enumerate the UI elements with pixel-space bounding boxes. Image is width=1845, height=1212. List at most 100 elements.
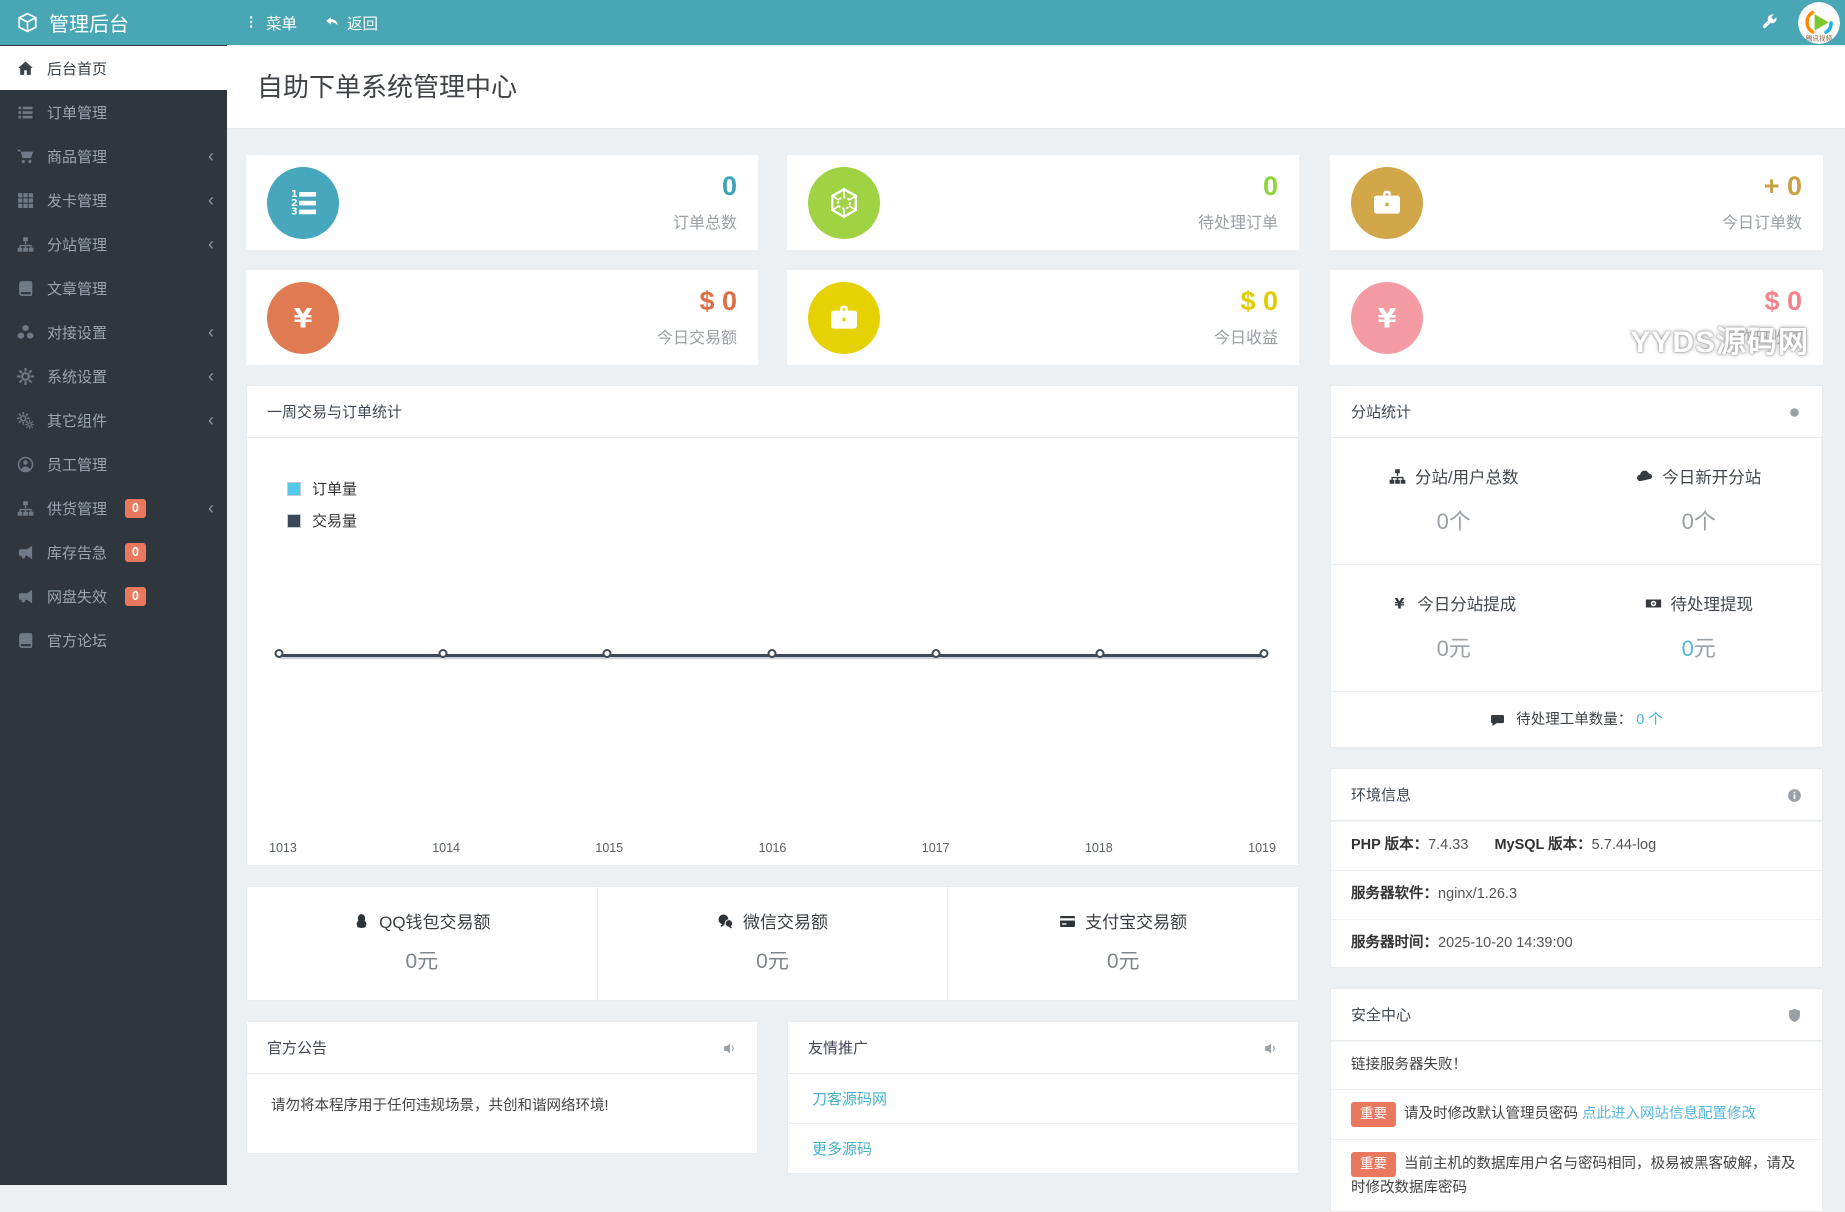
stat-card-icon: ¥ [287,302,319,333]
branch-stat-value: 0个 [1681,509,1716,534]
stat-label: 今日收益 [1213,329,1278,347]
ellipsis-v-icon [244,14,258,32]
play-logo-icon: 腾讯视频 [1798,1,1840,44]
sidebar-item-label: 订单管理 [47,104,108,122]
wrench-icon[interactable] [1761,14,1778,32]
speaker-icon [1265,1043,1275,1053]
chart-point [767,649,776,658]
server-software-label: 服务器软件： [1351,885,1438,902]
list-icon [18,106,33,119]
sitemap-icon [17,501,34,516]
friend-links-panel: 友情推广 刀客源码网 更多源码 [787,1021,1299,1174]
speaker-icon [1263,1039,1278,1056]
stat-value: $ 0 [1240,286,1278,317]
app-brand[interactable]: 管理后台 [0,8,227,37]
sidebar-item-label: 商品管理 [47,148,108,166]
qq-icon [356,913,367,928]
info-icon [1787,786,1802,803]
stat-card-icon [828,302,860,334]
menu-label: 菜单 [266,15,298,33]
official-announcement-panel: 官方公告 请勿将本程序用于任何违规场景，共创和谐网络环境! [246,1021,758,1154]
content-area: 自助下单系统管理中心 123 0 订单总数 0 待处理订单 ¥ $ 0 今日交易… [227,45,1845,1212]
sidebar-item-icon [17,587,34,605]
ticket-count-value: 0 个 [1636,712,1663,728]
branch-stat-value: 0元 [1436,636,1471,661]
mysql-version-label: MySQL 版本： [1494,837,1592,853]
branch-stat-label: 今日新开分站 [1662,469,1762,487]
server-time-value: 2025-10-20 14:39:00 [1438,934,1573,951]
stat-card: 0 待处理订单 [787,155,1299,250]
menu-toggle-button[interactable]: 菜单 [244,12,297,34]
promo-link[interactable]: 更多源码 [812,1141,872,1158]
promo-link[interactable]: 刀客源码网 [812,1091,887,1108]
sidebar-item[interactable]: 后台首页 [0,46,227,90]
sidebar-item[interactable]: 库存告急 0 [0,530,227,574]
sidebar-item[interactable]: 其它组件 ‹ [0,398,227,442]
right-column: + 0 今日订单数 ¥ $ 0 昨日收益 YYDS源码网 分站统计 分站/用户总… [1330,155,1823,1212]
env-row-server: 服务器软件：nginx/1.26.3 [1331,869,1822,919]
page-header: 自助下单系统管理中心 [227,45,1845,129]
payment-value: 0元 [756,950,789,973]
avatar[interactable]: 腾讯视频 [1798,1,1840,44]
book-icon [19,632,33,648]
stat-card: + 0 今日订单数 [1330,155,1823,250]
sitemap-icon [17,237,34,252]
sidebar-item[interactable]: 对接设置 ‹ [0,310,227,354]
branch-stat-icon [1389,467,1406,486]
security-password-text: 请及时修改默认管理员密码 [1404,1105,1578,1122]
branch-stat-cell: 分站/用户总数 0个 [1331,438,1577,565]
sidebar-item-label: 对接设置 [47,324,108,342]
branch-stat-icon [1645,594,1662,613]
x-tick-label: 1017 [921,841,950,855]
sidebar-item[interactable]: 商品管理 ‹ [0,134,227,178]
sidebar-item[interactable]: 文章管理 [0,266,227,310]
sidebar-item-label: 系统设置 [47,368,108,386]
sidebar-item-icon [17,59,34,77]
stat-card-icon-circle: ¥ [1351,281,1423,354]
sidebar-item[interactable]: 系统设置 ‹ [0,354,227,398]
sidebar-item-label: 官方论坛 [47,632,108,650]
security-center-panel: 安全中心 链接服务器失败！ 重要 请及时修改默认管理员密码 点此进入网站信息配置修… [1330,988,1823,1212]
count-badge: 0 [125,498,146,518]
chevron-left-icon: ‹ [208,190,214,210]
sidebar-item[interactable]: 员工管理 [0,442,227,486]
branch-stat-icon: ¥ [1391,594,1408,613]
sidebar-item-label: 后台首页 [47,60,108,78]
payment-stat-cell: 支付宝交易额 0元 [948,887,1298,1000]
chart-point [1259,649,1269,658]
sidebar-item-icon [17,367,34,385]
stat-value: + 0 [1763,171,1802,202]
sidebar-item[interactable]: 发卡管理 ‹ [0,178,227,222]
sidebar-item[interactable]: 官方论坛 [0,618,227,662]
back-button[interactable]: 返回 [325,12,378,34]
sidebar-item-icon [17,191,34,209]
cart-icon [17,149,34,163]
stat-card-icon-circle [808,281,880,354]
payment-label: 微信交易额 [743,913,828,932]
bullhorn-icon [18,589,33,603]
brand-title: 管理后台 [49,14,129,36]
legend-swatch [287,513,301,528]
chart-point [931,649,941,658]
legend-item[interactable]: 交易量 [287,510,357,531]
config-edit-link[interactable]: 点此进入网站信息配置修改 [1582,1106,1756,1122]
chart-area: 订单量 交易量 1013 1014 1015 1016 1017 1018 1019 [247,438,1298,865]
chevron-left-icon: ‹ [208,322,214,342]
sidebar-item[interactable]: 网盘失效 0 [0,574,227,618]
list-ol-icon: 123 [291,189,316,217]
count-badge: 0 [125,542,146,562]
sidebar-item-icon [17,499,34,517]
legend-label: 订单量 [312,481,358,498]
sidebar-item[interactable]: 订单管理 [0,90,227,134]
sidebar-item[interactable]: 分站管理 ‹ [0,222,227,266]
briefcase-icon [831,305,857,329]
important-badge: 重要 [1351,1151,1396,1177]
sitemap-icon [1389,468,1406,484]
panel-title: 友情推广 [808,1040,869,1057]
sidebar-item[interactable]: 供货管理 0 ‹ [0,486,227,530]
legend-item[interactable]: 订单量 [287,478,357,499]
branch-stat-label: 今日分站提成 [1417,596,1517,614]
yen-icon: ¥ [294,303,313,333]
server-software-value: nginx/1.26.3 [1438,885,1518,902]
payment-stat-cell: 微信交易额 0元 [598,887,949,1000]
